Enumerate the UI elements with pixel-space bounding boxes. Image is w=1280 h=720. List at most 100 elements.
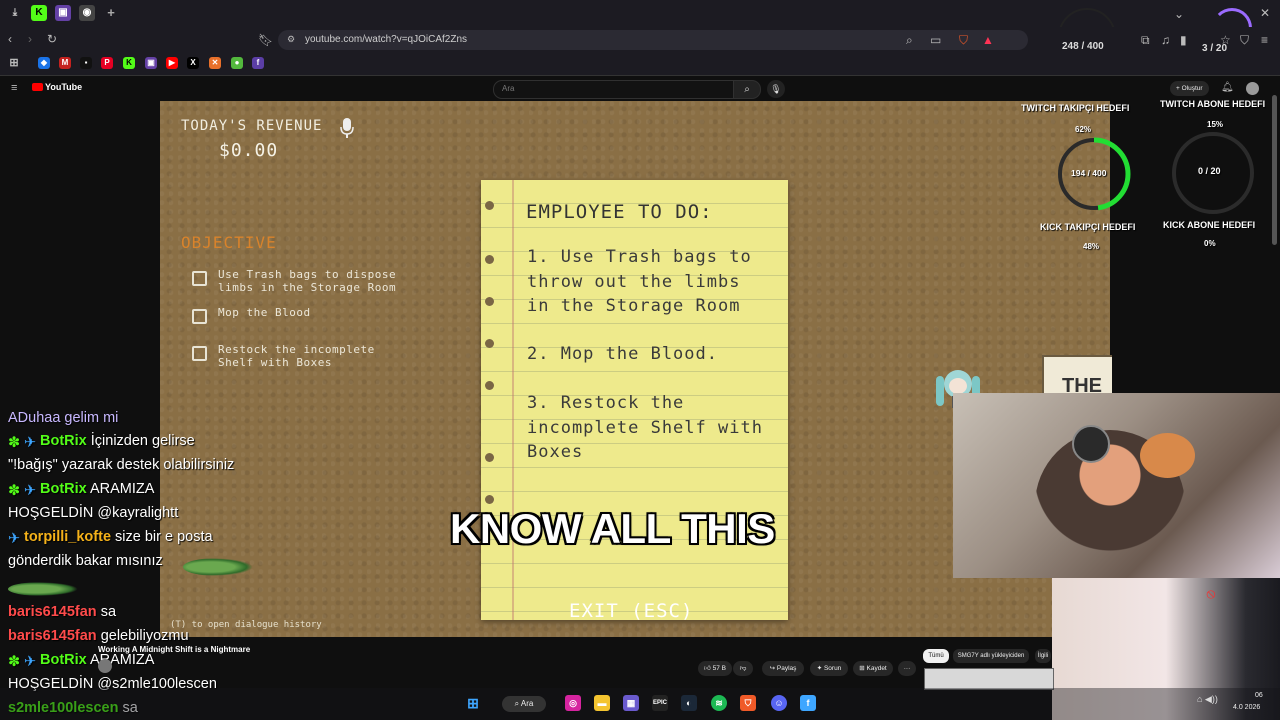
bookmark-pinterest-icon[interactable]: P: [101, 57, 113, 69]
chat-text: ARAMIZA: [86, 481, 155, 497]
youtube-logo[interactable]: YouTube: [32, 82, 82, 92]
extensions-icon[interactable]: ⧉: [1141, 33, 1150, 48]
chip-all[interactable]: Tümü: [923, 649, 949, 663]
vpn-icon[interactable]: ⛉: [1240, 33, 1249, 48]
chat-username[interactable]: baris6145fan: [8, 628, 97, 644]
objective-text-2: Mop the Blood: [218, 306, 311, 319]
tab-twitch[interactable]: ▣: [55, 5, 71, 21]
bookmark-gmail-icon[interactable]: M: [59, 57, 71, 69]
bookmark-purple-icon[interactable]: f: [252, 57, 264, 69]
create-button[interactable]: + Oluştur: [1170, 81, 1209, 96]
brave-icon[interactable]: ⛉: [740, 695, 756, 711]
rewards-icon[interactable]: ▲: [982, 33, 994, 47]
instagram-icon[interactable]: ◎: [565, 695, 581, 711]
chair-logo-icon: [1072, 425, 1110, 463]
bookmark-fox-icon[interactable]: ✕: [209, 57, 221, 69]
bookmark-icon[interactable]: 🔖︎: [258, 33, 273, 47]
cast-icon[interactable]: ▭: [930, 33, 941, 47]
recommended-thumbnail[interactable]: [924, 668, 1054, 690]
site-info-icon[interactable]: ⚙: [287, 34, 295, 45]
chat-username[interactable]: baris6145fan: [8, 604, 97, 620]
note-hole: [485, 339, 494, 348]
chat-username[interactable]: BotRix: [40, 481, 87, 497]
app-icon[interactable]: ▦: [623, 695, 639, 711]
chat-username[interactable]: torpilli_kofte: [24, 529, 111, 545]
apps-grid-icon[interactable]: ⊞: [8, 57, 20, 69]
tray-icons[interactable]: ⌂ ◀)): [1197, 694, 1218, 705]
chat-message: baris6145fan sa: [8, 604, 116, 620]
note-margin-line: [512, 180, 514, 620]
taskbar-search[interactable]: ⌕ Ara: [502, 696, 546, 712]
youtube-play-icon: [32, 83, 43, 91]
brave-shield-icon[interactable]: ⛉: [959, 33, 968, 48]
file-explorer-icon[interactable]: ▬: [594, 695, 610, 711]
reload-icon[interactable]: ↻: [47, 32, 57, 46]
verified-badge-icon: ✽: [8, 435, 21, 451]
back-icon[interactable]: ‹: [8, 32, 12, 46]
youtube-search-input[interactable]: [493, 80, 735, 99]
bookmark-x-icon[interactable]: X: [187, 57, 199, 69]
chat-username[interactable]: BotRix: [40, 433, 87, 449]
notifications-icon[interactable]: 🔔︎: [1221, 82, 1234, 93]
chip-uploader[interactable]: SMG7Y adlı yükleyiciden: [953, 649, 1029, 663]
kick-follow-goal-pct: 48%: [1083, 242, 1100, 251]
dislike-button[interactable]: 👎︎: [733, 661, 753, 676]
chat-message: ✽ ✈ BotRix İçinizden gelirse: [8, 433, 195, 451]
objective-text-1: Use Trash bags to dispose limbs in the S…: [218, 268, 397, 294]
share-icon: ↪: [769, 665, 777, 672]
chat-message: gönderdik bakar mısınız: [8, 553, 163, 569]
taskbar-app-icon[interactable]: f: [800, 695, 816, 711]
close-window-icon[interactable]: ✕: [1260, 6, 1270, 20]
chat-text: HOŞGELDİN @kayralightt: [8, 505, 179, 521]
save-button[interactable]: ⊞ Kaydet: [853, 661, 893, 676]
chip-related[interactable]: İlgili: [1035, 649, 1051, 663]
like-button[interactable]: 👍︎ 57 B: [698, 661, 732, 676]
taskbar: [0, 688, 1280, 720]
microphone-icon: [340, 118, 354, 138]
page-scrollbar[interactable]: [1272, 95, 1277, 245]
forward-icon[interactable]: ›: [28, 32, 32, 46]
tab-kick[interactable]: K: [31, 5, 47, 21]
chat-emote: [8, 582, 78, 596]
new-tab-icon[interactable]: +: [103, 5, 119, 21]
zoom-icon[interactable]: ⌕: [906, 33, 913, 48]
hamburger-icon[interactable]: ≡: [11, 82, 17, 94]
note-hole: [485, 453, 494, 462]
twitch-follow-goal-title: TWITCH TAKIPÇI HEDEFI: [1021, 103, 1130, 113]
more-actions-button[interactable]: ···: [898, 661, 916, 676]
tab-list-icon[interactable]: ⌄: [1174, 7, 1184, 21]
like-icon: 👍︎: [704, 665, 713, 672]
sidebar-icon[interactable]: ▮: [1180, 33, 1187, 47]
share-button[interactable]: ↪ Paylaş: [762, 661, 804, 676]
muted-mic-icon: ⦸: [1206, 585, 1216, 601]
bookmark-green-icon[interactable]: ●: [231, 57, 243, 69]
media-icon[interactable]: ♫: [1161, 33, 1170, 47]
bookmark-kick-icon[interactable]: K: [123, 57, 135, 69]
follow-counter: 248 / 400: [1062, 41, 1104, 52]
spotify-icon[interactable]: ≋: [711, 695, 727, 711]
chat-text: ADuhaa gelim mi: [8, 410, 119, 426]
favorite-icon[interactable]: ☆: [1220, 33, 1231, 47]
bookmark-twitch-icon[interactable]: ▣: [145, 57, 157, 69]
download-icon[interactable]: ⤓: [7, 5, 23, 21]
chat-username[interactable]: BotRix: [40, 652, 87, 668]
avatar[interactable]: [1246, 82, 1259, 95]
menu-icon[interactable]: ≡: [1261, 33, 1268, 47]
bookmark-youtube-icon[interactable]: ▶: [166, 57, 178, 69]
tab-youtube-active[interactable]: ◉: [79, 5, 95, 21]
note-hole: [485, 255, 494, 264]
voice-search-icon[interactable]: 🎙︎: [767, 80, 785, 98]
channel-avatar[interactable]: [98, 659, 112, 673]
exit-button[interactable]: EXIT (ESC): [569, 600, 693, 622]
clock-time: 06: [1255, 692, 1263, 699]
dislike-icon: 👎︎: [739, 665, 747, 672]
bot-badge-icon: ✈: [8, 531, 21, 547]
discord-icon[interactable]: ☺: [771, 695, 787, 711]
search-icon[interactable]: ⌕: [733, 80, 761, 99]
start-icon[interactable]: ⊞: [465, 695, 481, 711]
bookmark-maps-icon[interactable]: ◆: [38, 57, 50, 69]
steam-icon[interactable]: ◐: [681, 695, 697, 711]
epic-games-icon[interactable]: EPIC: [652, 695, 668, 711]
bookmark-site-icon[interactable]: ▪: [80, 57, 92, 69]
ask-button[interactable]: ✦ Sorun: [810, 661, 848, 676]
